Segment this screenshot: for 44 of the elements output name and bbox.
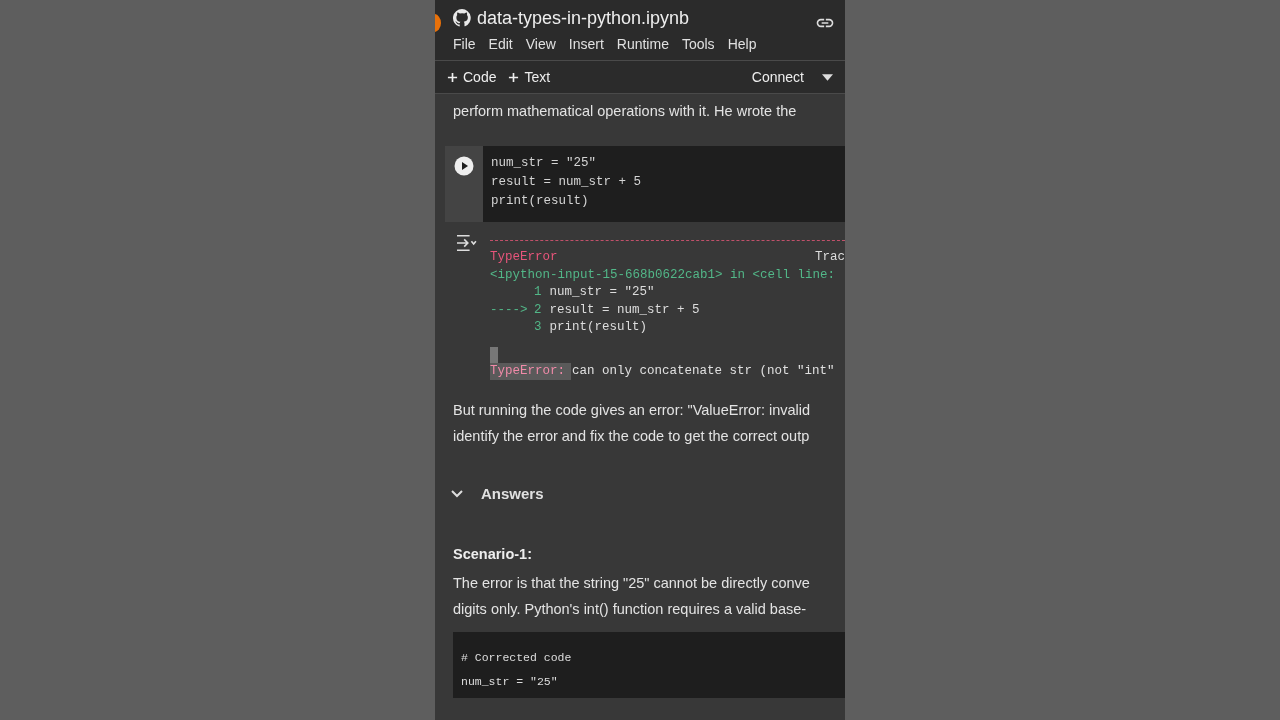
caret-icon[interactable] — [822, 73, 833, 81]
code-line: num_str = "25" — [491, 155, 598, 172]
traceback-label: Trac — [815, 249, 845, 266]
text-line: digits only. Python's int() function requires a valid base- — [453, 600, 808, 619]
output-toggle-icon[interactable] — [455, 234, 477, 252]
chevron-icon[interactable] — [451, 489, 463, 498]
add-cell-button[interactable]: Code — [441, 67, 503, 87]
text-line: The error is that the string "25" cannot be directly conve — [453, 574, 811, 593]
traceback-code: num_str = "25" — [549, 284, 655, 301]
plus-icon — [447, 71, 458, 83]
run-icon[interactable] — [454, 156, 474, 176]
menu-item[interactable]: View — [525, 36, 556, 52]
error-message: can only concatenate str (not "int" — [572, 362, 835, 380]
scenario-heading: Scenario-1: — [452, 545, 533, 564]
error-label: TypeError: — [490, 362, 571, 380]
menu-item[interactable]: Runtime — [616, 36, 669, 52]
menu-item[interactable]: Insert — [568, 36, 604, 52]
connect-button[interactable]: Connect — [745, 67, 810, 87]
notebook-title: data-types-in-python.ipynb — [477, 7, 690, 29]
menu-item[interactable]: File — [453, 36, 476, 52]
menu-item[interactable]: Help — [727, 36, 757, 52]
code-cell[interactable]: num_str = "25" result = num_str + 5 print(result) — [445, 146, 845, 222]
menu-item[interactable]: Tools — [681, 36, 715, 52]
text-line: identify the error and fix the code to get the correct outp — [453, 427, 811, 446]
github-icon — [453, 9, 471, 27]
section-heading[interactable]: Answers — [481, 485, 544, 502]
traceback-code: print(result) — [549, 319, 648, 336]
selection-highlight — [490, 346, 498, 363]
line-number: 1 — [534, 284, 542, 301]
add-cell-button[interactable]: Text — [502, 67, 557, 87]
traceback-location: <ipython-input-15-668b0622cab1> in <cell line: — [490, 266, 837, 284]
menu-item[interactable]: Edit — [488, 36, 513, 52]
line-number: 2 — [534, 301, 542, 319]
error-name: TypeError — [490, 249, 558, 266]
text-line: perform mathematical operations with it. He wrote the — [453, 102, 798, 121]
code-line: num_str = "25" — [461, 674, 559, 690]
plus-icon — [508, 71, 520, 83]
line-number: 3 — [534, 319, 542, 336]
current-line-arrow: ----> — [490, 301, 526, 319]
code-line: print(result) — [491, 193, 590, 210]
code-line: # Corrected code — [461, 650, 573, 666]
code-line: result = num_str + 5 — [491, 174, 642, 191]
text-line: But running the code gives an error: "ValueError: invalid — [453, 401, 812, 420]
traceback-code: result = num_str + 5 — [549, 301, 700, 319]
